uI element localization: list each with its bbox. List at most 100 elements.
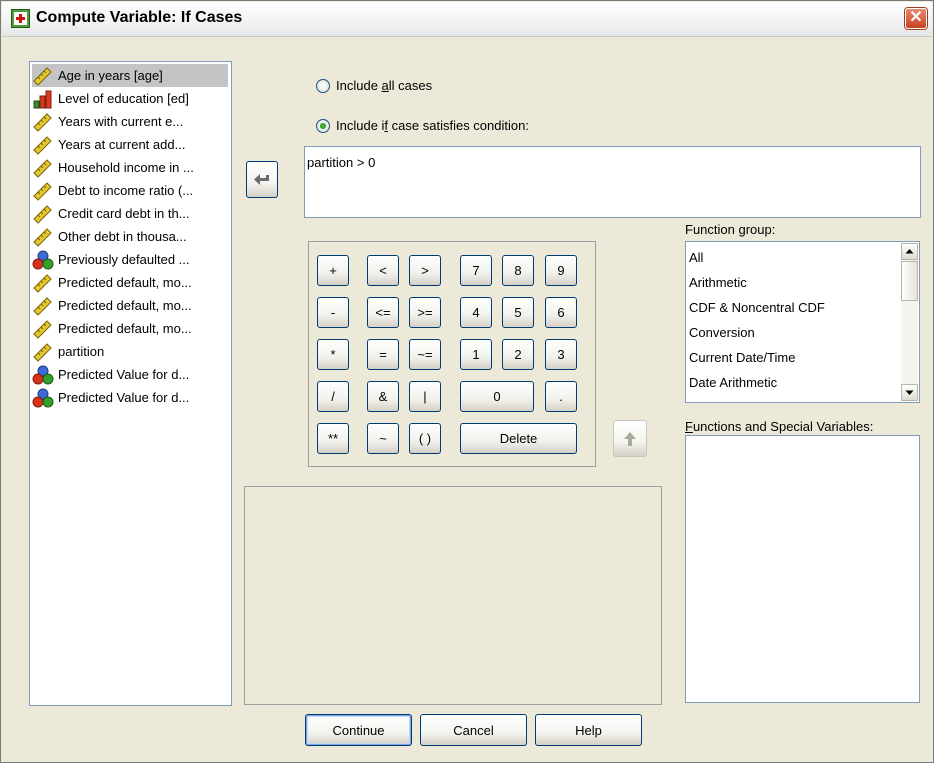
key-and[interactable]: &	[367, 381, 399, 412]
continue-button[interactable]: Continue	[305, 714, 412, 746]
move-variable-button[interactable]	[246, 161, 278, 198]
function-group-item[interactable]: Conversion	[689, 320, 755, 345]
function-group-item[interactable]: CDF & Noncentral CDF	[689, 295, 825, 320]
scroll-up-icon[interactable]	[901, 243, 918, 260]
function-group-item[interactable]: Date Arithmetic	[689, 370, 777, 395]
include-all-label[interactable]: Include all cases	[336, 78, 432, 93]
app-icon	[11, 9, 30, 28]
key-greater-than[interactable]: >	[409, 255, 441, 286]
key-not[interactable]: ~	[367, 423, 399, 454]
nominal-circles-icon	[32, 250, 54, 270]
insert-function-button[interactable]	[613, 420, 647, 457]
key-plus[interactable]: +	[317, 255, 349, 286]
scale-ruler-icon	[32, 227, 54, 247]
variable-label: Years at current add...	[58, 137, 186, 152]
function-group-item[interactable]: All	[689, 245, 703, 270]
function-group-item[interactable]: Arithmetic	[689, 270, 747, 295]
variable-item[interactable]: Level of education [ed]	[32, 87, 228, 110]
key-less-than[interactable]: <	[367, 255, 399, 286]
variable-item[interactable]: Age in years [age]	[32, 64, 228, 87]
variable-item[interactable]: Predicted Value for d...	[32, 363, 228, 386]
variable-item[interactable]: Predicted default, mo...	[32, 294, 228, 317]
function-group-label: Function group:	[685, 222, 776, 237]
key-greater-equal[interactable]: >=	[409, 297, 441, 328]
help-button[interactable]: Help	[535, 714, 642, 746]
key-8[interactable]: 8	[502, 255, 534, 286]
calculator-keypad: + < > 7 8 9 - <= >= 4 5 6 * = ~= 1 2 3 /…	[308, 241, 596, 467]
variable-item[interactable]: Predicted Value for d...	[32, 386, 228, 409]
key-2[interactable]: 2	[502, 339, 534, 370]
variable-label: Level of education [ed]	[58, 91, 189, 106]
key-5[interactable]: 5	[502, 297, 534, 328]
scale-ruler-icon	[32, 181, 54, 201]
variable-item[interactable]: Previously defaulted ...	[32, 248, 228, 271]
variable-label: Age in years [age]	[58, 68, 163, 83]
variable-list[interactable]: Age in years [age] Level of education [ed…	[29, 61, 232, 706]
variable-label: Predicted Value for d...	[58, 390, 190, 405]
ordinal-bar-icon	[32, 89, 54, 109]
scroll-thumb[interactable]	[901, 261, 918, 301]
key-4[interactable]: 4	[460, 297, 492, 328]
variable-label: Previously defaulted ...	[58, 252, 190, 267]
key-multiply[interactable]: *	[317, 339, 349, 370]
variable-label: Other debt in thousa...	[58, 229, 187, 244]
nominal-circles-icon	[32, 388, 54, 408]
key-delete[interactable]: Delete	[460, 423, 577, 454]
nominal-circles-icon	[32, 365, 54, 385]
variable-item[interactable]: Household income in ...	[32, 156, 228, 179]
variable-item[interactable]: Other debt in thousa...	[32, 225, 228, 248]
key-minus[interactable]: -	[317, 297, 349, 328]
scale-ruler-icon	[32, 135, 54, 155]
scale-ruler-icon	[32, 112, 54, 132]
include-if-radio[interactable]	[316, 119, 330, 133]
variable-label: partition	[58, 344, 105, 359]
condition-expression-box[interactable]: partition > 0	[304, 146, 921, 218]
key-less-equal[interactable]: <=	[367, 297, 399, 328]
scale-ruler-icon	[32, 319, 54, 339]
key-parentheses[interactable]: ( )	[409, 423, 441, 454]
scale-ruler-icon	[32, 342, 54, 362]
function-group-list[interactable]: All Arithmetic CDF & Noncentral CDF Conv…	[685, 241, 920, 403]
key-decimal[interactable]: .	[545, 381, 577, 412]
variable-item[interactable]: Years with current e...	[32, 110, 228, 133]
variable-label: Credit card debt in th...	[58, 206, 190, 221]
variable-label: Household income in ...	[58, 160, 194, 175]
cancel-button[interactable]: Cancel	[420, 714, 527, 746]
variable-label: Debt to income ratio (...	[58, 183, 194, 198]
key-equal[interactable]: =	[367, 339, 399, 370]
variable-item[interactable]: Credit card debt in th...	[32, 202, 228, 225]
key-not-equal[interactable]: ~=	[409, 339, 441, 370]
variable-item[interactable]: partition	[32, 340, 228, 363]
key-or[interactable]: |	[409, 381, 441, 412]
include-all-radio[interactable]	[316, 79, 330, 93]
key-1[interactable]: 1	[460, 339, 492, 370]
key-0[interactable]: 0	[460, 381, 534, 412]
key-power[interactable]: **	[317, 423, 349, 454]
variable-label: Predicted default, mo...	[58, 275, 192, 290]
condition-text[interactable]: partition > 0	[307, 155, 375, 170]
close-icon[interactable]: ✕	[905, 8, 927, 29]
include-if-label[interactable]: Include if case satisfies condition:	[336, 118, 529, 133]
function-group-scrollbar[interactable]	[901, 243, 918, 401]
variable-item[interactable]: Years at current add...	[32, 133, 228, 156]
variable-item[interactable]: Debt to income ratio (...	[32, 179, 228, 202]
variable-item[interactable]: Predicted default, mo...	[32, 271, 228, 294]
key-9[interactable]: 9	[545, 255, 577, 286]
key-3[interactable]: 3	[545, 339, 577, 370]
scale-ruler-icon	[32, 66, 54, 86]
special-variables-label: Functions and Special Variables:	[685, 419, 874, 434]
title-bar[interactable]: Compute Variable: If Cases ✕	[2, 2, 932, 37]
key-7[interactable]: 7	[460, 255, 492, 286]
key-divide[interactable]: /	[317, 381, 349, 412]
scale-ruler-icon	[32, 204, 54, 224]
function-group-item[interactable]: Current Date/Time	[689, 345, 795, 370]
variable-label: Years with current e...	[58, 114, 184, 129]
functions-special-variables-list[interactable]	[685, 435, 920, 703]
variable-item[interactable]: Predicted default, mo...	[32, 317, 228, 340]
scroll-down-icon[interactable]	[901, 384, 918, 401]
function-description-area	[244, 486, 662, 705]
left-arrow-icon	[254, 173, 269, 185]
variable-label: Predicted Value for d...	[58, 367, 190, 382]
variable-label: Predicted default, mo...	[58, 321, 192, 336]
key-6[interactable]: 6	[545, 297, 577, 328]
